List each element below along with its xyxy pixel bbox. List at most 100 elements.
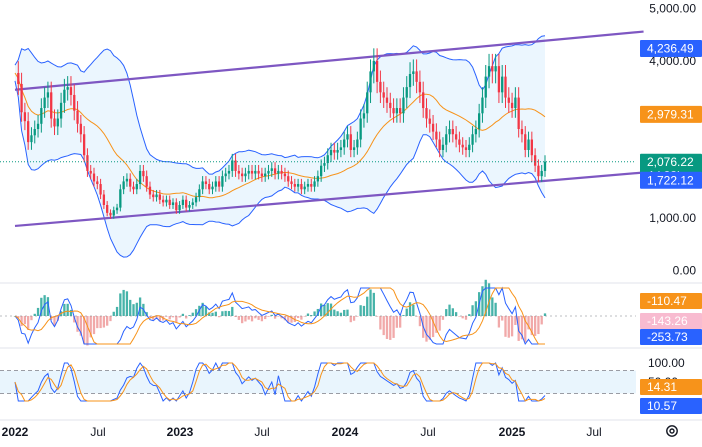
- macd-badge-value: -253.73: [647, 330, 688, 344]
- candle-body: [372, 60, 375, 72]
- macd-histogram-bar: [267, 316, 270, 317]
- macd-histogram-bar: [412, 304, 415, 316]
- candle-body: [122, 181, 125, 190]
- candle-body: [40, 108, 43, 124]
- main-y-tick-label: 1,000.00: [649, 211, 696, 225]
- candle-body: [501, 76, 504, 93]
- candle-body: [185, 199, 188, 208]
- candle-body: [145, 176, 148, 187]
- candle-body: [191, 202, 194, 205]
- stochastic-badge-value: 14.31: [647, 380, 677, 394]
- macd-histogram-bar: [389, 316, 392, 340]
- candle-body: [349, 134, 352, 150]
- macd-histogram-bar: [30, 316, 33, 321]
- macd-histogram-bar: [543, 313, 547, 316]
- candle-body: [250, 170, 254, 174]
- macd-histogram-bar: [395, 316, 399, 328]
- candle-body: [293, 184, 296, 187]
- candle-body: [336, 149, 339, 153]
- macd-histogram-bar: [86, 316, 89, 346]
- candle-body: [264, 173, 267, 177]
- candle-body: [79, 123, 82, 135]
- candle-body: [102, 194, 106, 205]
- macd-histogram-bar: [385, 316, 389, 339]
- candle-body: [510, 102, 514, 109]
- candle-body: [375, 60, 379, 82]
- macd-histogram-bar: [66, 303, 69, 316]
- candle-body: [23, 112, 27, 122]
- candle-body: [461, 144, 464, 148]
- candle-body: [438, 139, 441, 150]
- candle-body: [507, 97, 510, 103]
- macd-histogram-bar: [115, 306, 119, 316]
- macd-histogram-bar: [175, 316, 178, 323]
- macd-histogram-bar: [451, 308, 454, 316]
- candle-body: [533, 155, 537, 166]
- macd-histogram-bar: [33, 313, 36, 316]
- macd-histogram-bar: [119, 293, 122, 316]
- macd-histogram-bar: [461, 316, 464, 319]
- macd-histogram-bar: [214, 311, 217, 316]
- macd-histogram-bar: [224, 310, 227, 316]
- candle-body: [474, 129, 478, 135]
- macd-histogram-bar: [240, 316, 244, 324]
- candle-body: [208, 184, 211, 190]
- macd-histogram-bar: [352, 316, 356, 321]
- candle-body: [395, 108, 399, 114]
- macd-histogram-bar: [507, 316, 510, 338]
- candle-body: [415, 71, 418, 82]
- candle-body: [171, 202, 175, 205]
- macd-histogram-bar: [191, 312, 194, 316]
- candle-body: [418, 81, 422, 93]
- candle-body: [217, 181, 221, 187]
- candle-body: [408, 74, 412, 88]
- macd-histogram-bar: [408, 302, 412, 316]
- macd-histogram-bar: [372, 292, 375, 316]
- candle-body: [50, 92, 53, 119]
- candle-body: [86, 155, 89, 171]
- candle-body: [247, 170, 250, 174]
- macd-histogram-bar: [445, 309, 448, 316]
- macd-histogram-bar: [277, 316, 280, 317]
- settings-gear-icon[interactable]: [664, 423, 680, 439]
- candle-body: [53, 118, 56, 127]
- candle-body: [287, 176, 290, 182]
- candle-body: [152, 194, 155, 198]
- candle-body: [537, 165, 540, 177]
- candle-body: [524, 134, 527, 150]
- macd-histogram-bar: [448, 304, 451, 316]
- main-y-tick-label: 0.00: [673, 264, 697, 278]
- macd-histogram-bar: [129, 299, 132, 316]
- candle-body: [33, 129, 36, 136]
- macd-histogram-bar: [135, 302, 138, 316]
- macd-histogram-bar: [99, 316, 102, 329]
- candle-body: [198, 189, 201, 198]
- chart-svg[interactable]: 5,000.004,000.001,000.000.004,236.492,97…: [0, 0, 702, 442]
- macd-histogram-bar: [366, 296, 369, 316]
- price-badge-value: 1,722.12: [647, 173, 694, 187]
- macd-histogram-bar: [343, 309, 346, 316]
- candle-body: [422, 92, 425, 109]
- candle-body: [112, 210, 115, 216]
- macd-histogram-bar: [438, 316, 441, 331]
- macd-histogram-bar: [102, 316, 106, 328]
- macd-histogram-bar: [399, 316, 402, 328]
- macd-histogram-bar: [217, 316, 221, 318]
- candle-body: [69, 87, 73, 95]
- x-axis-label: Jul: [586, 425, 601, 439]
- candle-body: [92, 173, 96, 182]
- candle-body: [73, 94, 76, 111]
- macd-histogram-bar: [349, 316, 352, 323]
- candle-body: [310, 184, 313, 187]
- candle-body: [99, 184, 102, 195]
- candle-body: [517, 97, 520, 130]
- candle-body: [148, 186, 152, 195]
- macd-badge-value: -110.47: [647, 294, 687, 308]
- macd-histogram-bar: [359, 305, 362, 316]
- candle-body: [382, 92, 385, 98]
- chart-root[interactable]: 5,000.00 4,000.00 1,000.00 0.00 4,236.49 2,97…: [0, 0, 702, 442]
- candle-body: [36, 123, 40, 130]
- candle-body: [497, 66, 501, 93]
- macd-histogram-bar: [244, 316, 247, 322]
- candle-body: [257, 170, 260, 174]
